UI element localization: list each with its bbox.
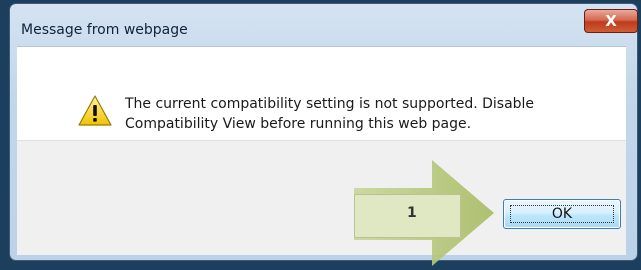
step-callout-box: 1 xyxy=(354,194,461,238)
ok-button[interactable]: OK xyxy=(503,199,621,229)
message-line-2: Compatibility View before running this w… xyxy=(125,116,472,132)
close-button[interactable]: X xyxy=(584,9,638,33)
step-number: 1 xyxy=(407,205,417,221)
dialog-footer xyxy=(17,140,626,255)
dialog-title: Message from webpage xyxy=(21,22,188,38)
message-line-1: The current compatibility setting is not… xyxy=(125,96,535,112)
ok-focus-ring xyxy=(510,205,614,223)
warning-icon xyxy=(78,95,112,126)
message-text: The current compatibility setting is not… xyxy=(125,94,534,134)
close-icon: X xyxy=(605,12,617,30)
